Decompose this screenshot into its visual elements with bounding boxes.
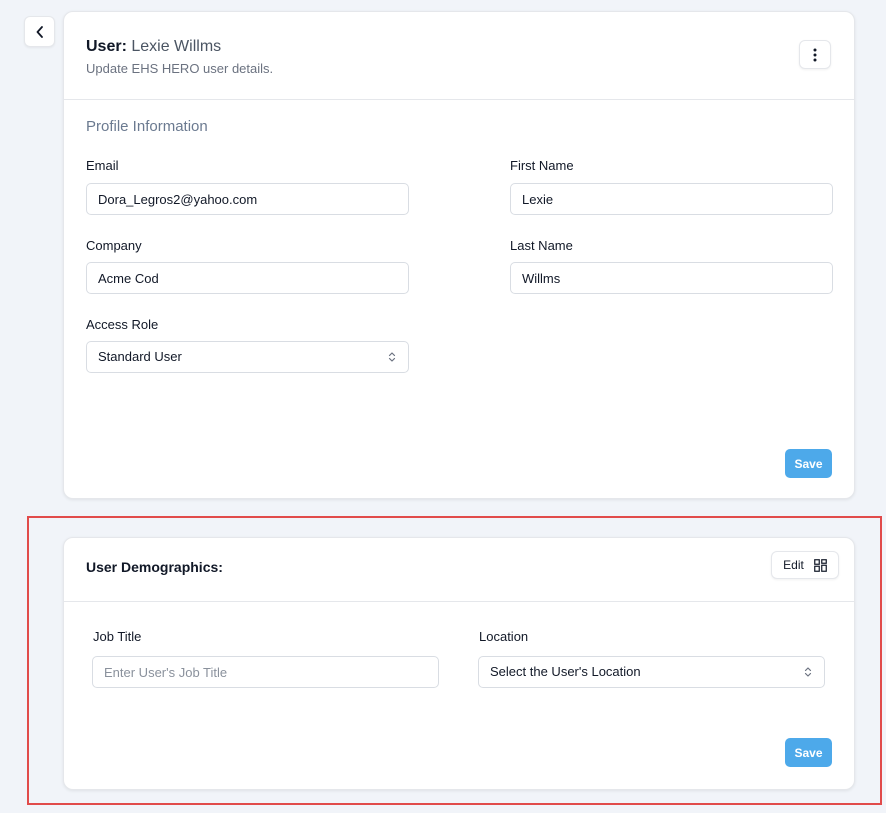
last-name-field[interactable]	[510, 262, 833, 294]
access-role-label: Access Role	[86, 317, 159, 332]
profile-card: User: Lexie Willms Update EHS HERO user …	[63, 11, 855, 499]
location-label: Location	[479, 629, 529, 644]
profile-card-header: User: Lexie Willms Update EHS HERO user …	[64, 12, 854, 100]
last-name-label: Last Name	[510, 238, 573, 253]
location-select[interactable]: Select the User's Location	[478, 656, 825, 688]
page-subtitle: Update EHS HERO user details.	[86, 61, 274, 76]
section-title: Profile Information	[86, 118, 208, 135]
location-value: Select the User's Location	[490, 664, 641, 679]
demographics-card-header: User Demographics: Edit	[64, 538, 854, 602]
job-title-input[interactable]	[92, 656, 439, 688]
demographics-title: User Demographics:	[86, 559, 223, 575]
user-name: Lexie Willms	[131, 38, 222, 55]
page-title: User: Lexie Willms	[86, 38, 222, 55]
edit-button-label: Edit	[783, 558, 804, 572]
back-button[interactable]	[24, 16, 55, 47]
email-label: Email	[86, 158, 119, 173]
first-name-field[interactable]	[510, 183, 833, 215]
edit-button[interactable]: Edit	[771, 551, 839, 579]
company-label: Company	[86, 238, 142, 253]
more-options-button[interactable]	[799, 40, 831, 69]
chevron-up-down-icon	[388, 352, 396, 362]
access-role-value: Standard User	[98, 349, 182, 364]
demographics-card: User Demographics: Edit Job Title Locati…	[63, 537, 855, 790]
chevron-up-down-icon	[804, 667, 812, 677]
demographics-save-button[interactable]: Save	[785, 738, 832, 767]
access-role-select[interactable]: Standard User	[86, 341, 409, 373]
profile-save-button[interactable]: Save	[785, 449, 832, 478]
vertical-dots-icon	[813, 48, 817, 61]
first-name-label: First Name	[510, 158, 574, 173]
grid-layout-icon	[813, 558, 827, 572]
job-title-label: Job Title	[93, 629, 142, 644]
company-field[interactable]	[86, 262, 409, 294]
email-field[interactable]	[86, 183, 409, 215]
chevron-left-icon	[36, 25, 43, 38]
